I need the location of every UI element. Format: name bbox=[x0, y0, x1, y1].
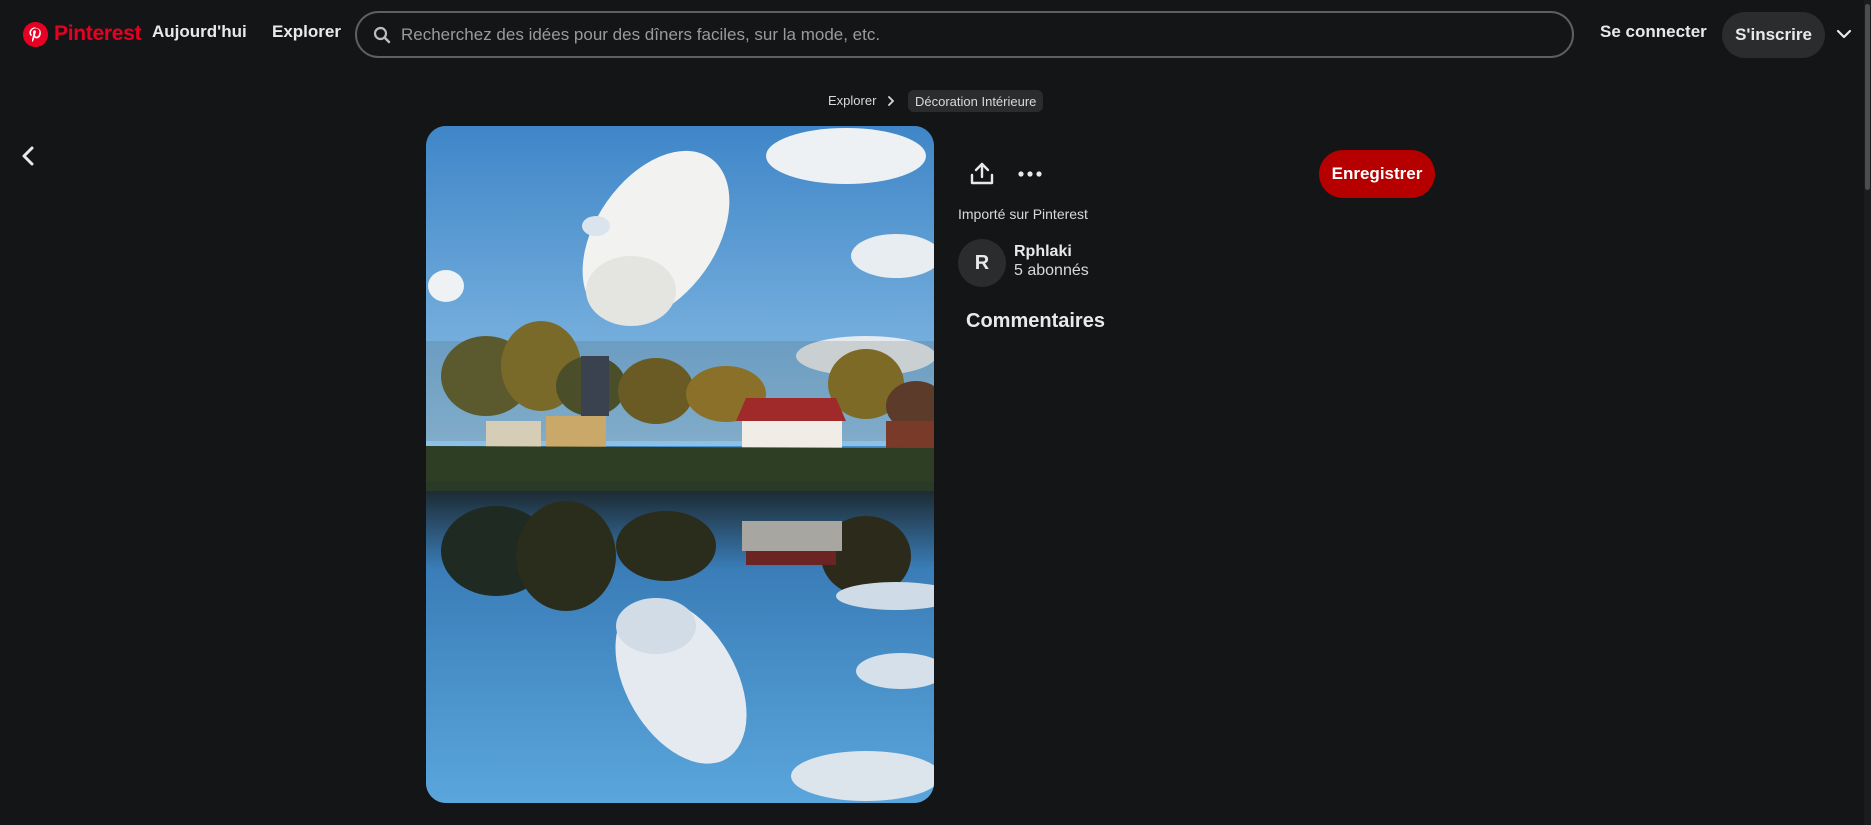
nav-today-link[interactable]: Aujourd'hui bbox=[152, 22, 247, 42]
back-arrow-icon[interactable] bbox=[14, 142, 42, 170]
chevron-right-icon bbox=[888, 96, 894, 106]
nav-explore-link[interactable]: Explorer bbox=[272, 22, 341, 42]
pinterest-logo[interactable]: Pinterest bbox=[23, 20, 141, 48]
breadcrumb: Explorer Décoration Intérieure bbox=[0, 90, 1871, 112]
breadcrumb-explore-link[interactable]: Explorer bbox=[828, 93, 876, 108]
save-button[interactable]: Enregistrer bbox=[1319, 150, 1435, 198]
chevron-down-icon[interactable] bbox=[1834, 24, 1854, 44]
search-bar[interactable] bbox=[355, 11, 1574, 58]
avatar[interactable]: R bbox=[958, 239, 1006, 287]
pinterest-logo-icon bbox=[23, 21, 48, 47]
pinterest-logo-text: Pinterest bbox=[54, 22, 142, 45]
breadcrumb-current-category[interactable]: Décoration Intérieure bbox=[908, 90, 1044, 112]
imported-label: Importé sur Pinterest bbox=[958, 206, 1088, 222]
author-followers: 5 abonnés bbox=[1014, 262, 1089, 279]
top-navigation-bar: Pinterest Aujourd'hui Explorer Se connec… bbox=[0, 0, 1871, 70]
login-button[interactable]: Se connecter bbox=[1600, 22, 1707, 42]
signup-button[interactable]: S'inscrire bbox=[1722, 12, 1825, 58]
scrollbar-thumb[interactable] bbox=[1865, 4, 1870, 190]
share-icon[interactable] bbox=[968, 160, 996, 188]
search-input[interactable] bbox=[401, 24, 1572, 45]
pin-photo-lake-reflection bbox=[426, 126, 934, 803]
search-icon bbox=[373, 26, 391, 43]
author-name[interactable]: Rphlaki bbox=[1014, 243, 1072, 261]
pin-image[interactable] bbox=[426, 126, 934, 803]
comments-title: Commentaires bbox=[966, 310, 1105, 332]
more-icon[interactable] bbox=[1016, 161, 1044, 187]
